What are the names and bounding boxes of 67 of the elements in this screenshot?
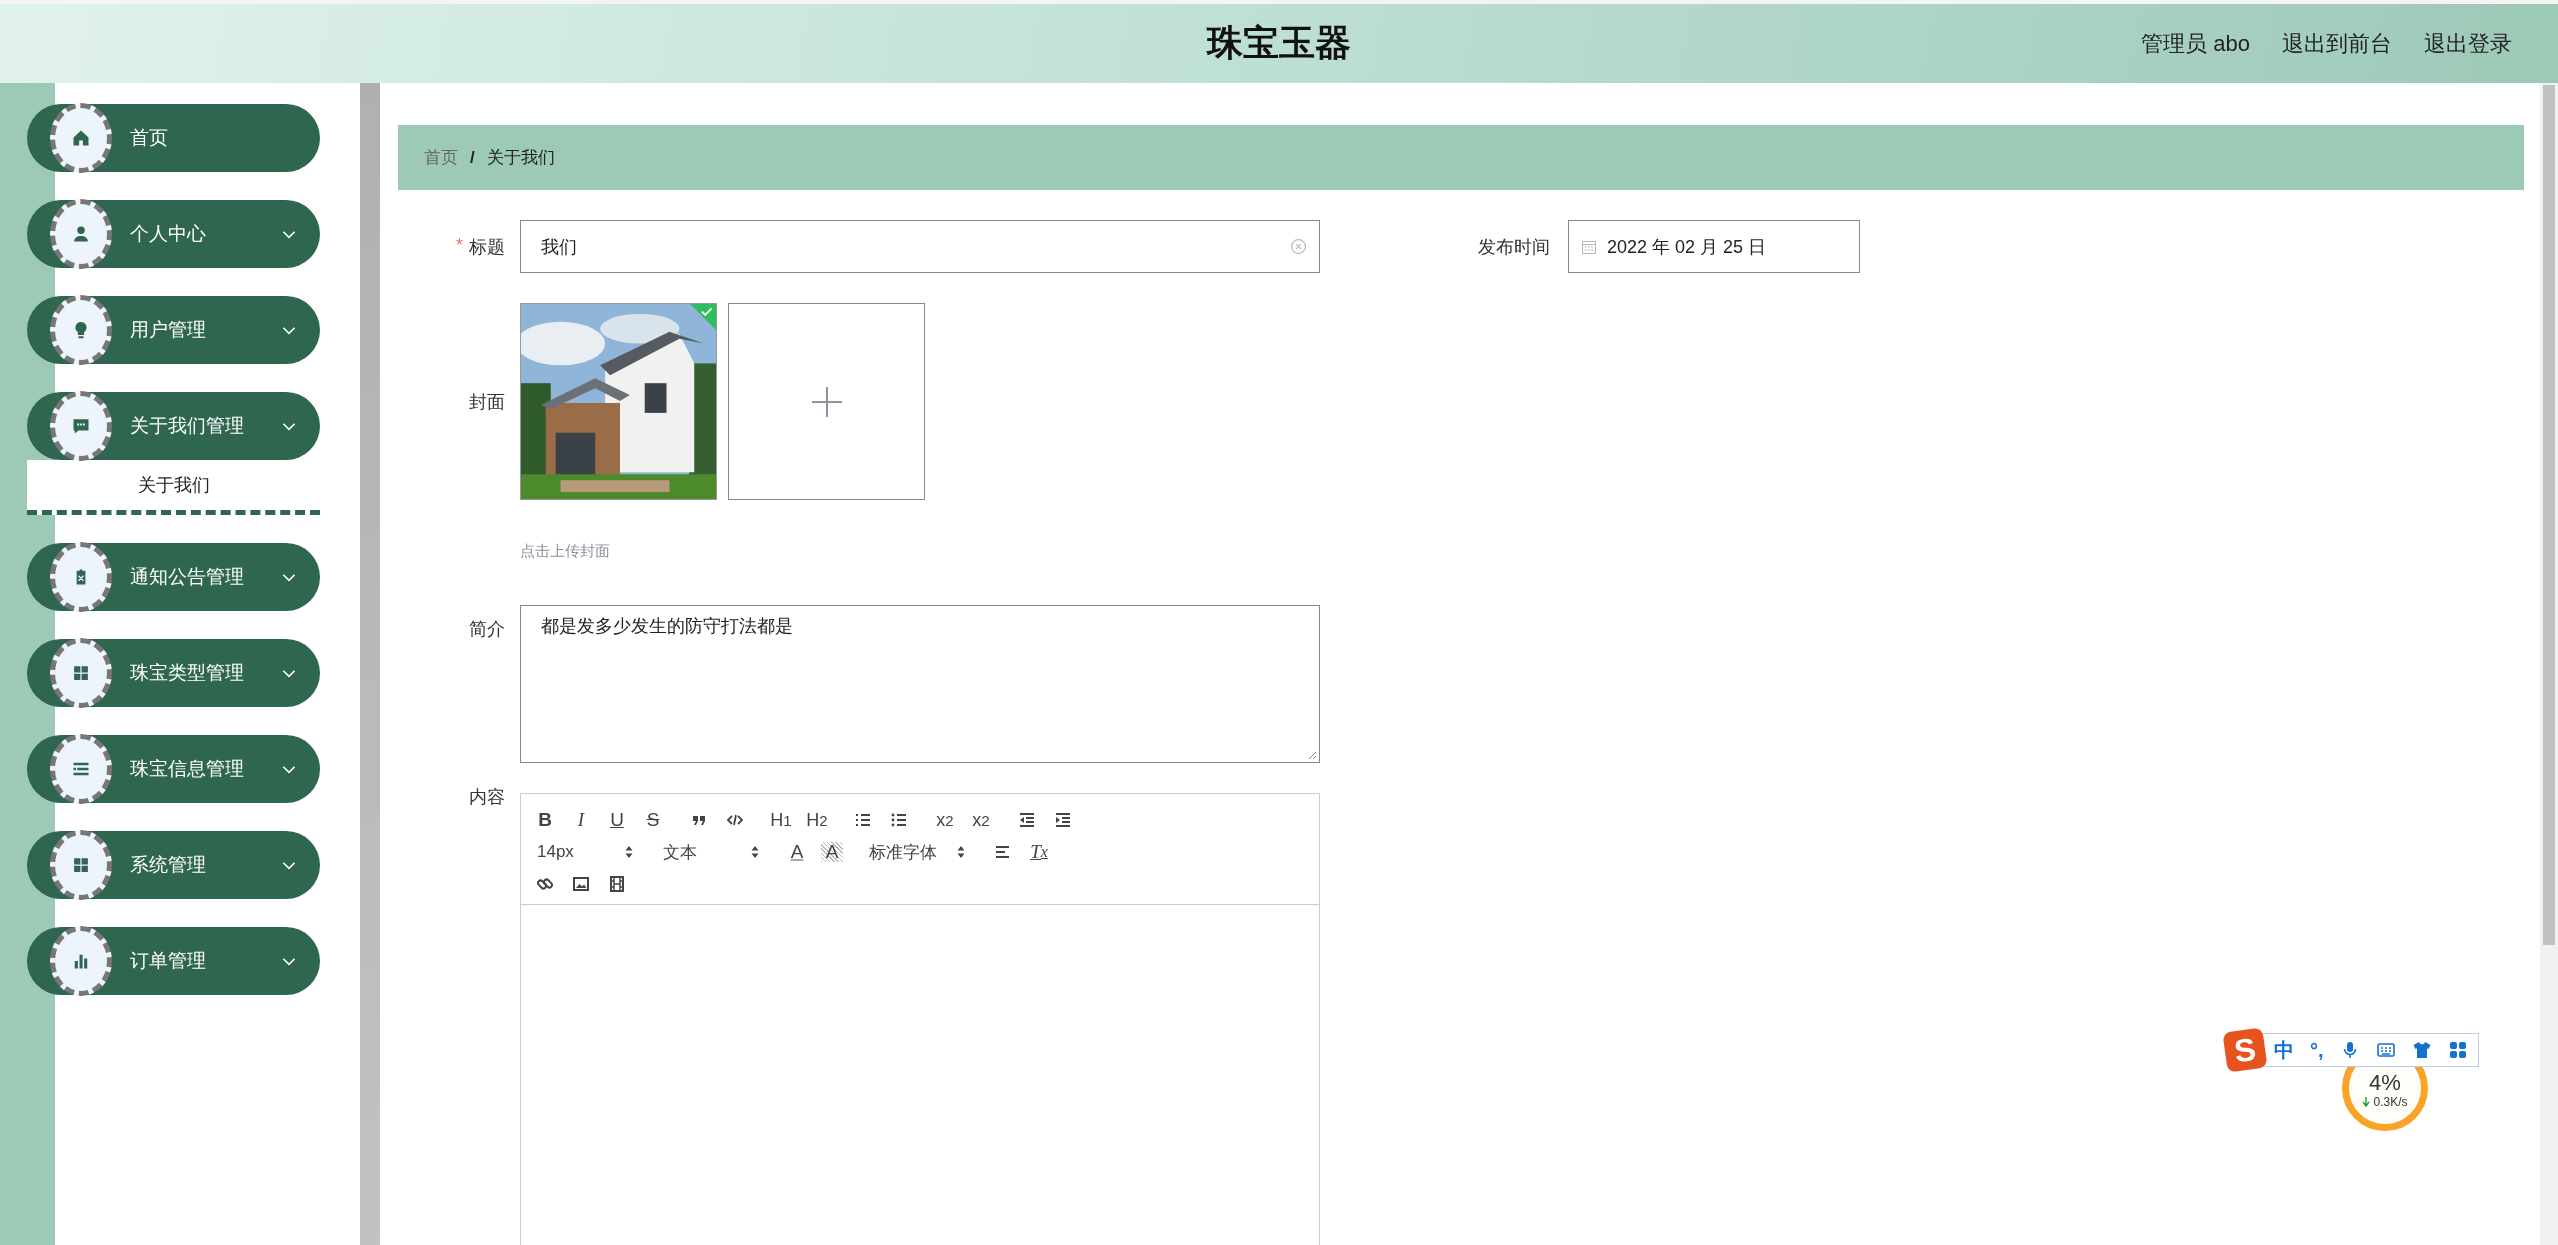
bold-button[interactable]: B	[533, 807, 557, 833]
field-label: 标题	[469, 235, 505, 259]
scrollbar-thumb[interactable]	[2543, 85, 2555, 945]
editor-select[interactable]: 14px	[533, 842, 637, 862]
editor-select[interactable]: 文本	[659, 840, 763, 864]
apps-grid-icon[interactable]	[2447, 1040, 2468, 1060]
language-mode-toggle[interactable]: 中	[2274, 1036, 2294, 1064]
italic-button[interactable]: I	[569, 807, 593, 833]
punctuation-toggle[interactable]: °,	[2310, 1038, 2324, 1062]
sort-caret-icon	[751, 845, 759, 859]
field-label: 内容	[469, 786, 505, 809]
chat-icon	[71, 416, 91, 436]
title-input-field[interactable]: 我们	[520, 220, 1320, 273]
numbered-list-icon	[854, 811, 872, 829]
percent-reading: 4%	[2369, 1071, 2401, 1095]
underline-button[interactable]: U	[605, 807, 629, 833]
admin-user-label: 管理员 abo	[2141, 29, 2250, 58]
down-arrow-icon	[2362, 1097, 2371, 1107]
upload-hint: 点击上传封面	[520, 542, 610, 559]
editor-select[interactable]: 标准字体	[865, 840, 969, 864]
sidebar-menu-item[interactable]: 个人中心	[27, 200, 320, 268]
bullet-list-icon	[890, 811, 908, 829]
date-picker-field[interactable]: 2022 年 02 月 25 日	[1568, 220, 1860, 273]
calendar-icon	[1581, 238, 1597, 255]
background-color-button[interactable]: A	[821, 842, 843, 862]
speed-reading: 0.3K/s	[2362, 1095, 2408, 1109]
header-link[interactable]: 退出登录	[2424, 28, 2512, 59]
sort-caret-icon	[957, 845, 965, 859]
strikethrough-button[interactable]: S	[641, 807, 665, 833]
sidebar-menu-item[interactable]: 通知公告管理	[27, 543, 320, 611]
plus-icon	[810, 385, 843, 418]
link-icon	[536, 875, 554, 893]
sidebar-menu-item[interactable]: 珠宝信息管理	[27, 735, 320, 803]
grid-icon	[71, 663, 91, 683]
sidebar-menu-item[interactable]: 关于我们管理	[27, 392, 320, 460]
grid-icon	[71, 855, 91, 875]
shirt-icon[interactable]	[2411, 1040, 2432, 1060]
font-color-button[interactable]: A	[785, 839, 809, 865]
film-icon	[608, 875, 626, 893]
indent-icon	[1054, 811, 1072, 829]
header-link[interactable]: 退出到前台	[2282, 28, 2392, 59]
field-label: 简介	[469, 618, 505, 641]
site-title: 珠宝玉器	[1207, 21, 1351, 65]
field-label: 发布时间	[1478, 235, 1550, 259]
outdent-icon	[1018, 811, 1036, 829]
resize-grip-icon[interactable]	[1307, 750, 1317, 760]
sidebar-menu-item[interactable]: 珠宝类型管理	[27, 639, 320, 707]
sort-caret-icon	[625, 845, 633, 859]
required-mark: *	[456, 234, 463, 257]
image-icon	[572, 875, 590, 893]
align-left-icon	[994, 843, 1012, 861]
scrollbar[interactable]	[360, 83, 380, 1245]
breadcrumb-current: 关于我们	[486, 147, 555, 169]
home-icon	[71, 128, 91, 148]
sidebar-menu-item[interactable]: 用户管理	[27, 296, 320, 364]
submenu-item[interactable]: 关于我们	[27, 460, 320, 510]
person-icon	[71, 224, 91, 244]
sidebar-menu-item[interactable]: 系统管理	[27, 831, 320, 899]
scrollbar[interactable]	[2540, 83, 2558, 1245]
breadcrumb-separator: /	[470, 147, 475, 168]
input-method-logo[interactable]: S	[2222, 1027, 2268, 1073]
keyboard-icon[interactable]	[2375, 1040, 2396, 1060]
sidebar-menu-item[interactable]: 首页	[27, 104, 320, 172]
upload-box[interactable]	[728, 303, 925, 500]
field-label: 封面	[469, 390, 505, 414]
sidebar-menu-item[interactable]: 订单管理	[27, 927, 320, 995]
summary-text-area[interactable]: 都是发多少发生的防守打法都是	[520, 605, 1320, 763]
